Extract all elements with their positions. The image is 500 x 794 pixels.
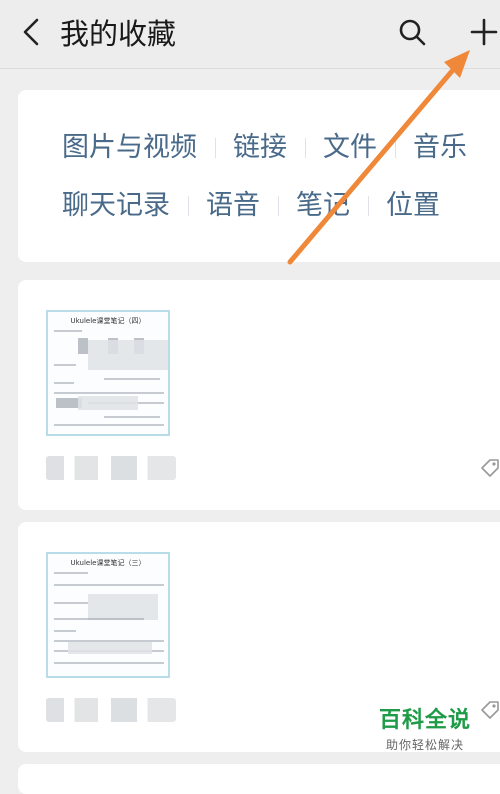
thumbnail-doc-title: Ukulele课堂笔记（三） (70, 559, 146, 567)
plus-icon (469, 17, 499, 51)
item-caption-redacted (46, 698, 176, 722)
top-bar: 我的收藏 (0, 0, 500, 69)
category-notes[interactable]: 笔记 (278, 184, 368, 228)
category-row-1: 图片与视频 链接 文件 音乐 (44, 126, 485, 170)
category-links[interactable]: 链接 (215, 126, 305, 170)
category-images-videos[interactable]: 图片与视频 (44, 126, 215, 170)
note-thumbnail: Ukulele课堂笔记（四） (46, 310, 170, 436)
search-icon (397, 17, 427, 51)
note-thumbnail: Ukulele课堂笔记（三） (46, 552, 170, 678)
category-files[interactable]: 文件 (305, 126, 395, 170)
category-location[interactable]: 位置 (368, 184, 458, 228)
watermark: 百科全说 助你轻松解决 (360, 702, 490, 753)
tag-icon (479, 457, 500, 483)
category-chat-history[interactable]: 聊天记录 (44, 184, 188, 228)
watermark-main: 百科全说 (378, 708, 471, 733)
tag-button[interactable] (476, 456, 500, 484)
favorite-item[interactable]: Ukulele课堂笔记（四） (18, 280, 500, 510)
watermark-sub: 助你轻松解决 (385, 738, 464, 752)
search-button[interactable] (392, 14, 432, 54)
favorite-item[interactable] (18, 764, 500, 794)
thumbnail-doc-title: Ukulele课堂笔记（四） (70, 317, 146, 325)
category-filter-panel (18, 90, 500, 262)
back-button[interactable] (14, 14, 48, 54)
category-row-2: 聊天记录 语音 笔记 位置 (44, 184, 458, 228)
chevron-left-icon (20, 17, 42, 51)
page-title: 我的收藏 (60, 17, 177, 51)
add-button[interactable] (464, 14, 500, 54)
item-caption-redacted (46, 456, 176, 480)
category-music[interactable]: 音乐 (395, 126, 485, 170)
category-voice[interactable]: 语音 (188, 184, 278, 228)
